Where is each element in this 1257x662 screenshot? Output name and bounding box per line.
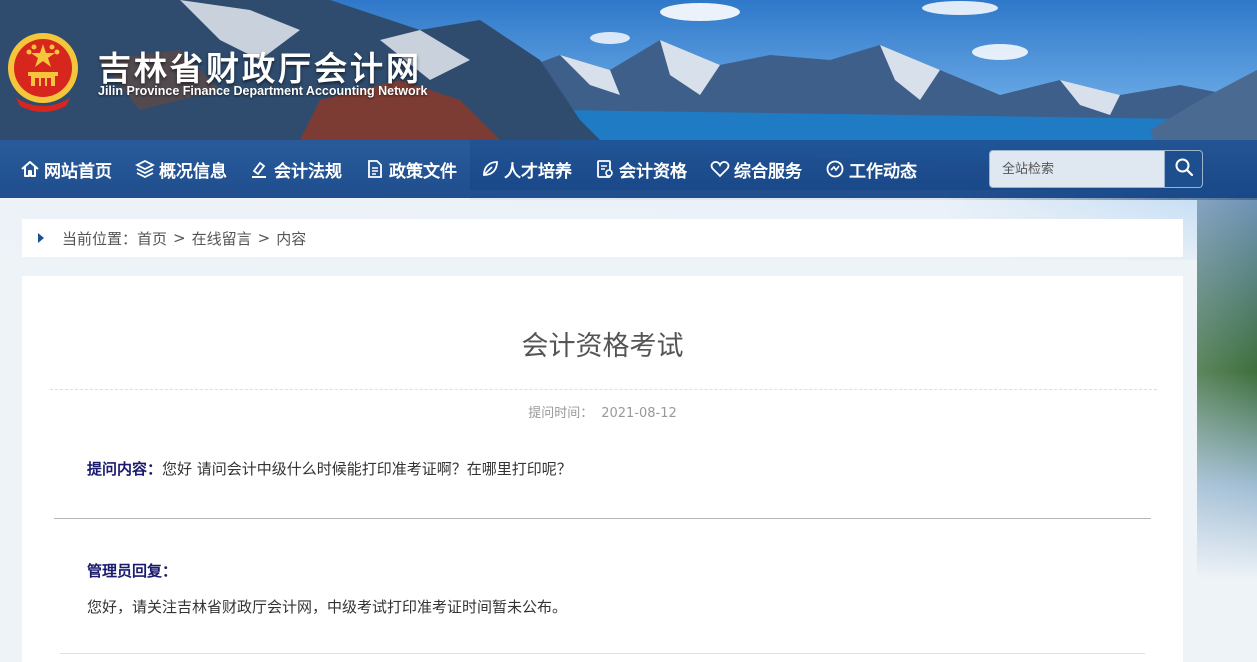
- question-time: 提问时间： 2021-08-12: [22, 402, 1183, 421]
- nav-label: 会计法规: [274, 161, 342, 182]
- nav-item-regulations[interactable]: 会计法规: [240, 140, 352, 198]
- nav-label: 会计资格: [619, 161, 687, 182]
- breadcrumb-arrow-icon: [38, 233, 44, 243]
- dynamic-icon: [825, 159, 845, 179]
- search-button[interactable]: [1164, 151, 1202, 187]
- question-time-value: 2021-08-12: [601, 406, 677, 421]
- site-header: 吉林省财政厅会计网 Jilin Province Finance Departm…: [0, 0, 1257, 140]
- question-content-text: 您好 请问会计中级什么时候能打印准考证啊？在哪里打印呢？: [162, 460, 572, 478]
- breadcrumb-prefix: 当前位置：: [62, 229, 138, 248]
- message-detail-card: 会计资格考试 提问时间： 2021-08-12 提问内容：您好 请问会计中级什么时…: [22, 276, 1183, 662]
- breadcrumb-message-link[interactable]: 在线留言: [192, 228, 252, 249]
- breadcrumb-current: 内容: [276, 229, 307, 248]
- document-icon: [365, 159, 385, 179]
- admin-reply-label: 管理员回复：: [87, 562, 178, 580]
- search-icon: [1174, 157, 1194, 181]
- question-time-label: 提问时间：: [528, 406, 594, 421]
- question-content: 提问内容：您好 请问会计中级什么时候能打印准考证啊？在哪里打印呢？: [87, 458, 572, 479]
- nav-label: 人才培养: [504, 161, 572, 182]
- breadcrumb-separator: >: [173, 229, 186, 247]
- site-title: 吉林省财政厅会计网: [98, 49, 422, 88]
- main-navigation: 网站首页 概况信息 会计法规 政策文件 人才培养 会计资格 综合服务 工作动态 …: [0, 140, 1257, 198]
- nav-label: 网站首页: [44, 161, 112, 182]
- nav-item-qualification[interactable]: 会计资格: [585, 140, 697, 198]
- content-divider: [54, 518, 1151, 519]
- question-title: 会计资格考试: [521, 331, 684, 362]
- nav-items: 网站首页 概况信息 会计法规 政策文件 人才培养 会计资格 综合服务 工作动态: [0, 140, 927, 198]
- question-content-label: 提问内容：: [87, 460, 163, 478]
- search-input[interactable]: [990, 151, 1164, 187]
- breadcrumb: 当前位置： 首页 > 在线留言 > 内容: [22, 219, 1183, 257]
- site-subtitle: Jilin Province Finance Department Accoun…: [98, 84, 428, 98]
- gavel-icon: [250, 159, 270, 179]
- leaf-icon: [480, 159, 500, 179]
- nav-item-services[interactable]: 综合服务: [700, 140, 812, 198]
- nav-label: 政策文件: [389, 161, 457, 182]
- nav-item-policy[interactable]: 政策文件: [355, 140, 467, 198]
- site-search: [989, 150, 1203, 188]
- nav-item-talent[interactable]: 人才培养: [470, 140, 582, 198]
- home-icon: [20, 159, 40, 179]
- bottom-divider: [60, 653, 1145, 654]
- nav-label: 工作动态: [849, 161, 917, 182]
- nav-label: 综合服务: [734, 161, 802, 182]
- admin-reply-text: 您好，请关注吉林省财政厅会计网，中级考试打印准考证时间暂未公布。: [87, 598, 568, 616]
- nav-item-overview[interactable]: 概况信息: [125, 140, 237, 198]
- breadcrumb-home-link[interactable]: 首页: [137, 228, 167, 249]
- title-divider: [50, 389, 1157, 390]
- nav-item-news[interactable]: 工作动态: [815, 140, 927, 198]
- certificate-icon: [595, 159, 615, 179]
- nav-label: 概况信息: [159, 161, 227, 182]
- nav-item-home[interactable]: 网站首页: [0, 140, 122, 198]
- layers-icon: [135, 159, 155, 179]
- national-emblem-logo: [6, 28, 80, 112]
- heart-icon: [710, 159, 730, 179]
- breadcrumb-separator: >: [257, 229, 271, 247]
